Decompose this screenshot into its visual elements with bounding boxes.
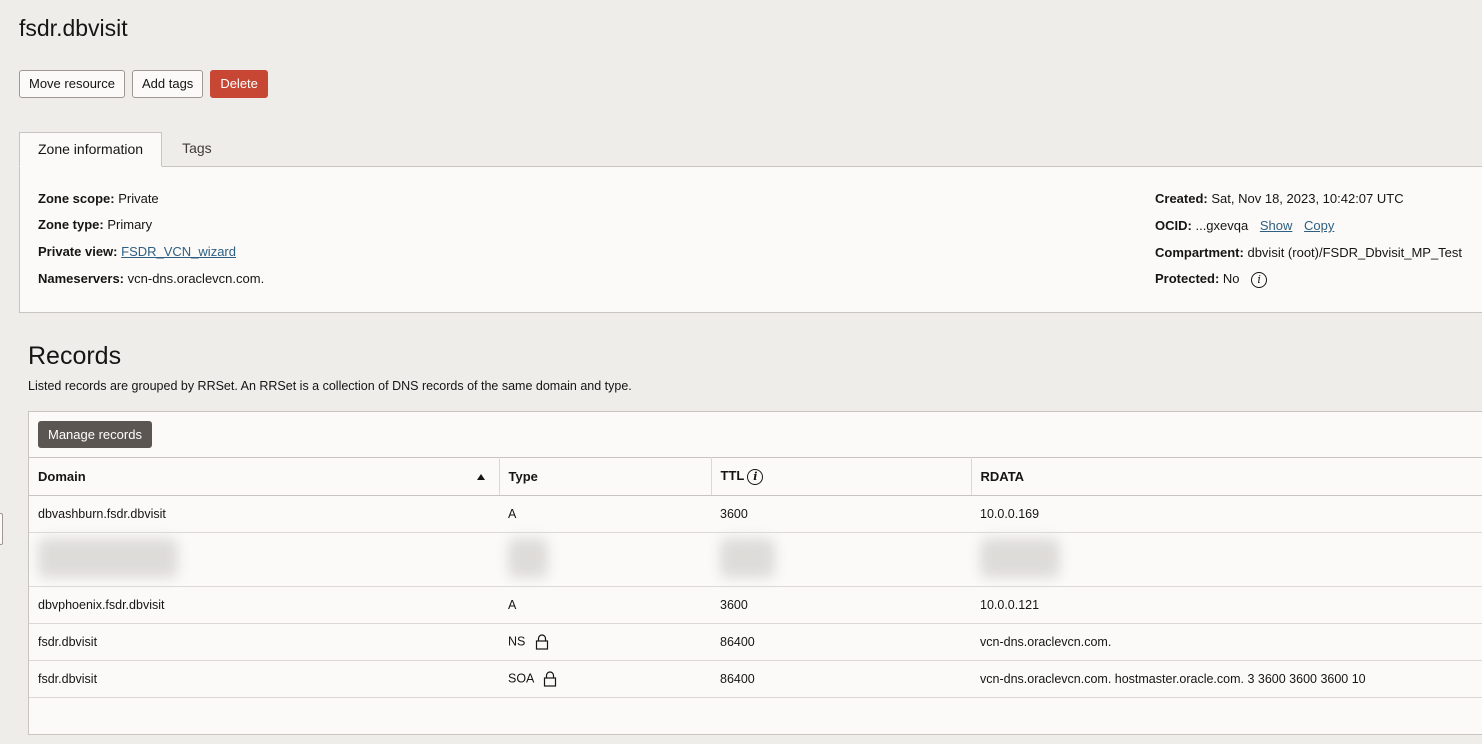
- column-rdata-label: RDATA: [980, 469, 1025, 484]
- zone-scope-label: Zone scope:: [38, 191, 115, 206]
- nameservers-value: vcn-dns.oraclevcn.com.: [127, 271, 265, 286]
- sort-ascending-icon[interactable]: [476, 474, 485, 480]
- redacted-row: [29, 532, 1482, 587]
- table-row[interactable]: dbvphoenix.fsdr.dbvisit A 3600 10.0.0.12…: [29, 586, 1482, 624]
- zone-info-panel: Zone scope: Private Zone type: Primary P…: [19, 166, 1482, 313]
- table-row[interactable]: fsdr.dbvisit SOA 86400 vcn-dns.oraclevcn…: [29, 660, 1482, 698]
- lock-icon: [535, 634, 548, 650]
- row-rdata: 10.0.0.169: [971, 495, 1482, 533]
- tab-zone-information[interactable]: Zone information: [19, 132, 163, 167]
- redacted-rdata: [971, 532, 1482, 587]
- protected: Protected: No i: [1155, 271, 1268, 288]
- ocid: OCID: ...gxevqa Show Copy: [1155, 218, 1334, 233]
- redacted-ttl: [711, 532, 971, 587]
- column-type[interactable]: Type: [499, 457, 712, 496]
- zone-scope-value: Private: [118, 191, 159, 206]
- row-type-value: NS: [508, 634, 526, 649]
- column-ttl[interactable]: TTL i: [711, 457, 972, 496]
- private-view-link[interactable]: FSDR_VCN_wizard: [121, 244, 236, 259]
- table-row[interactable]: dbvashburn.fsdr.dbvisit A 3600 10.0.0.16…: [29, 495, 1482, 533]
- created-label: Created:: [1155, 191, 1208, 206]
- nameservers: Nameservers: vcn-dns.oraclevcn.com.: [38, 271, 264, 286]
- row-ttl: 86400: [711, 660, 971, 698]
- row-ttl: 86400: [711, 623, 971, 661]
- info-icon[interactable]: i: [1251, 271, 1268, 288]
- row-type: SOA: [499, 660, 711, 698]
- compartment-value: dbvisit (root)/FSDR_Dbvisit_MP_Test: [1247, 245, 1463, 260]
- zone-type-value: Primary: [107, 217, 153, 232]
- row-domain: fsdr.dbvisit: [29, 660, 499, 698]
- private-view-label: Private view:: [38, 244, 118, 259]
- tab-tags[interactable]: Tags: [162, 132, 232, 167]
- row-type-value: SOA: [508, 671, 534, 686]
- zone-type: Zone type: Primary: [38, 217, 152, 232]
- created: Created: Sat, Nov 18, 2023, 10:42:07 UTC: [1155, 191, 1404, 206]
- nameservers-label: Nameservers:: [38, 271, 125, 286]
- row-type: A: [499, 495, 711, 533]
- zone-scope: Zone scope: Private: [38, 191, 159, 206]
- row-rdata: vcn-dns.oraclevcn.com.: [971, 623, 1482, 661]
- redacted-domain: [29, 532, 499, 587]
- ocid-copy-link[interactable]: Copy: [1304, 218, 1334, 233]
- ocid-label: OCID:: [1155, 218, 1192, 233]
- compartment: Compartment: dbvisit (root)/FSDR_Dbvisit…: [1155, 245, 1462, 260]
- column-type-label: Type: [508, 469, 538, 484]
- row-ttl: 3600: [711, 586, 971, 624]
- row-rdata: 10.0.0.121: [971, 586, 1482, 624]
- table-header-row: Domain Type TTL i RDATA: [29, 457, 1482, 496]
- tab-bar: Zone information Tags: [19, 132, 232, 167]
- row-type: A: [499, 586, 711, 624]
- row-domain: fsdr.dbvisit: [29, 623, 499, 661]
- page-title: fsdr.dbvisit: [19, 15, 128, 41]
- delete-button[interactable]: Delete: [210, 70, 268, 98]
- column-domain[interactable]: Domain: [29, 457, 500, 496]
- row-type: NS: [499, 623, 711, 661]
- records-description: Listed records are grouped by RRSet. An …: [28, 379, 632, 393]
- row-domain: dbvphoenix.fsdr.dbvisit: [29, 586, 499, 624]
- column-ttl-label: TTL: [720, 468, 745, 484]
- row-rdata: vcn-dns.oraclevcn.com. hostmaster.oracle…: [971, 660, 1482, 698]
- ttl-info-icon[interactable]: i: [747, 468, 764, 485]
- records-table: Domain Type TTL i RDATA dbvashburn.fsdr.d…: [29, 457, 1482, 698]
- table-row[interactable]: fsdr.dbvisit NS 86400 vcn-dns.oraclevcn.…: [29, 623, 1482, 661]
- ocid-show-link[interactable]: Show: [1260, 218, 1293, 233]
- private-view: Private view: FSDR_VCN_wizard: [38, 244, 236, 259]
- protected-label: Protected:: [1155, 271, 1220, 286]
- records-title: Records: [28, 342, 122, 370]
- column-rdata[interactable]: RDATA: [971, 457, 1482, 496]
- protected-value: No: [1222, 271, 1240, 286]
- redacted-type: [499, 532, 711, 587]
- row-domain: dbvashburn.fsdr.dbvisit: [29, 495, 499, 533]
- left-edge-handle[interactable]: [0, 513, 3, 545]
- manage-records-button[interactable]: Manage records: [38, 421, 152, 448]
- created-value: Sat, Nov 18, 2023, 10:42:07 UTC: [1211, 191, 1404, 206]
- column-domain-label: Domain: [38, 469, 86, 484]
- lock-icon: [544, 671, 557, 687]
- ocid-value: ...gxevqa: [1195, 218, 1249, 233]
- records-panel: Manage records Domain Type TTL i RDATA db…: [28, 411, 1482, 735]
- compartment-label: Compartment:: [1155, 245, 1244, 260]
- add-tags-button[interactable]: Add tags: [131, 70, 204, 98]
- action-bar: Move resource Add tags Delete: [19, 70, 268, 98]
- row-ttl: 3600: [711, 495, 971, 533]
- move-resource-button[interactable]: Move resource: [19, 70, 125, 98]
- zone-type-label: Zone type:: [38, 217, 104, 232]
